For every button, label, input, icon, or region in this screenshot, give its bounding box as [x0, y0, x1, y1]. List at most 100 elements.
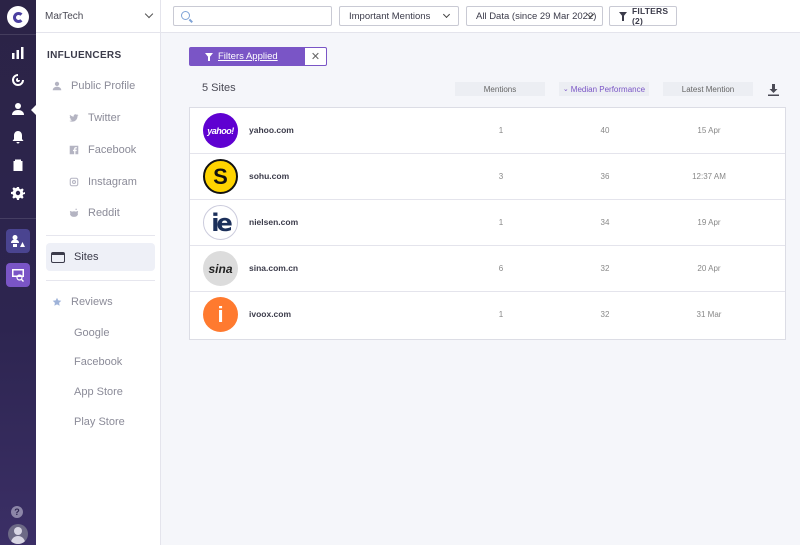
latest-mention-value: 20 Apr — [697, 264, 721, 273]
site-name[interactable]: sohu.com — [249, 171, 289, 181]
table-row[interactable]: ie nielsen.com 1 34 19 Apr — [190, 200, 785, 246]
funnel-icon — [205, 53, 213, 61]
workspace-selector[interactable]: MarTech — [36, 0, 160, 33]
mentions-value: 1 — [498, 126, 504, 135]
filters-label: FILTERS (2) — [632, 6, 669, 26]
column-header-median-performance[interactable]: ⌄ Median Performance — [559, 82, 649, 96]
sort-desc-icon: ⌄ — [562, 86, 569, 93]
sidebar-item-label: Reviews — [71, 296, 113, 308]
sidebar-divider — [46, 235, 155, 236]
gear-icon[interactable] — [8, 183, 28, 203]
table-row[interactable]: yahoo! yahoo.com 1 40 15 Apr — [190, 108, 785, 154]
site-name[interactable]: yahoo.com — [249, 125, 294, 135]
performance-value: 40 — [600, 126, 610, 135]
performance-value: 32 — [600, 310, 610, 319]
bar-chart-icon[interactable] — [8, 43, 28, 63]
dropdown-value: All Data (since 29 Mar 2022) — [476, 10, 597, 22]
table-row[interactable]: S sohu.com 3 36 12:37 AM — [190, 154, 785, 200]
person-icon[interactable] — [8, 99, 28, 119]
latest-mention-value: 31 Mar — [696, 310, 722, 319]
sidebar-item-label: Twitter — [88, 112, 121, 124]
sidebar-divider — [46, 280, 155, 281]
top-bar: Important Mentions All Data (since 29 Ma… — [161, 0, 800, 33]
latest-mention-value: 15 Apr — [697, 126, 721, 135]
sidebar-item-label: Play Store — [74, 416, 125, 428]
mentions-value: 1 — [498, 310, 504, 319]
avatar[interactable] — [8, 524, 28, 544]
monitor-search-tile[interactable] — [6, 263, 30, 287]
filters-applied-chip: Filters Applied ✕ — [189, 47, 327, 66]
secondary-sidebar: MarTech INFLUENCERS Public Profile Twitt… — [36, 0, 161, 545]
performance-value: 34 — [600, 218, 610, 227]
sidebar-item-play-store[interactable]: Play Store — [36, 411, 160, 433]
facebook-icon — [68, 144, 80, 156]
latest-mention-value: 19 Apr — [697, 218, 721, 227]
rail-divider — [0, 218, 36, 219]
dropdown-value: Important Mentions — [349, 10, 431, 22]
table-row[interactable]: i ivoox.com 1 32 31 Mar — [190, 292, 785, 338]
help-icon[interactable]: ? — [11, 506, 23, 518]
column-header-mentions[interactable]: Mentions — [455, 82, 545, 96]
mentions-filter-dropdown[interactable]: Important Mentions — [339, 6, 459, 26]
rail-divider — [0, 34, 36, 35]
sidebar-item-google[interactable]: Google — [36, 322, 160, 344]
clipboard-icon[interactable] — [8, 155, 28, 175]
sidebar-item-reddit[interactable]: Reddit — [36, 202, 160, 224]
person-icon — [51, 80, 63, 92]
performance-value: 36 — [600, 172, 610, 181]
date-filter-dropdown[interactable]: All Data (since 29 Mar 2022) — [466, 6, 603, 26]
search-icon — [181, 11, 190, 20]
sidebar-item-label: Sites — [74, 251, 99, 263]
sidebar-item-public-profile[interactable]: Public Profile — [36, 75, 160, 97]
site-logo: ie — [203, 205, 238, 240]
sites-count: 5 Sites — [202, 82, 236, 94]
site-logo: S — [203, 159, 238, 194]
search-box[interactable] — [173, 6, 332, 26]
sidebar-item-label: Reddit — [88, 207, 120, 219]
sidebar-item-app-store[interactable]: App Store — [36, 381, 160, 403]
performance-value: 32 — [600, 264, 610, 273]
app-logo[interactable] — [7, 6, 29, 28]
sidebar-item-facebook[interactable]: Facebook — [36, 139, 160, 161]
filters-button[interactable]: FILTERS (2) — [609, 6, 677, 26]
twitter-icon — [68, 112, 80, 124]
sidebar-item-reviews[interactable]: Reviews — [36, 291, 160, 313]
sites-table: yahoo! yahoo.com 1 40 15 Apr S sohu.com … — [189, 107, 786, 340]
site-name[interactable]: nielsen.com — [249, 217, 298, 227]
sidebar-item-label: Facebook — [74, 356, 123, 368]
sidebar-item-sites[interactable]: Sites — [46, 243, 155, 271]
sidebar-item-label: App Store — [74, 386, 123, 398]
chevron-down-icon — [144, 9, 154, 19]
latest-mention-value: 12:37 AM — [692, 172, 726, 181]
search-input[interactable] — [196, 9, 326, 23]
sidebar-item-label: Instagram — [88, 176, 137, 188]
bell-icon[interactable] — [8, 127, 28, 147]
instagram-icon — [68, 176, 80, 188]
download-icon[interactable] — [768, 83, 779, 96]
clear-filters-button[interactable]: ✕ — [305, 48, 326, 65]
icon-rail: ? — [0, 0, 37, 545]
workspace-name: MarTech — [45, 10, 84, 22]
mentions-value: 1 — [498, 218, 504, 227]
reddit-icon — [68, 207, 80, 219]
sidebar-item-label: Public Profile — [71, 80, 136, 92]
sidebar-item-label: Google — [74, 327, 110, 339]
sidebar-item-instagram[interactable]: Instagram — [36, 171, 160, 193]
sidebar-item-twitter[interactable]: Twitter — [36, 107, 160, 129]
window-icon — [51, 251, 65, 263]
mentions-value: 6 — [498, 264, 504, 273]
filters-applied-link[interactable]: Filters Applied — [190, 48, 305, 65]
filters-applied-label: Filters Applied — [218, 51, 278, 62]
chevron-down-icon — [442, 10, 451, 19]
funnel-icon — [619, 12, 627, 21]
target-icon[interactable] — [8, 70, 28, 90]
table-row[interactable]: sina sina.com.cn 6 32 20 Apr — [190, 246, 785, 292]
site-logo: sina — [203, 251, 238, 286]
site-name[interactable]: sina.com.cn — [249, 263, 298, 273]
column-header-latest-mention[interactable]: Latest Mention — [663, 82, 753, 96]
mentions-value: 3 — [498, 172, 504, 181]
sidebar-item-facebook-reviews[interactable]: Facebook — [36, 351, 160, 373]
influencer-tile[interactable] — [6, 229, 30, 253]
column-header-label: Median Performance — [570, 84, 646, 94]
site-name[interactable]: ivoox.com — [249, 309, 291, 319]
